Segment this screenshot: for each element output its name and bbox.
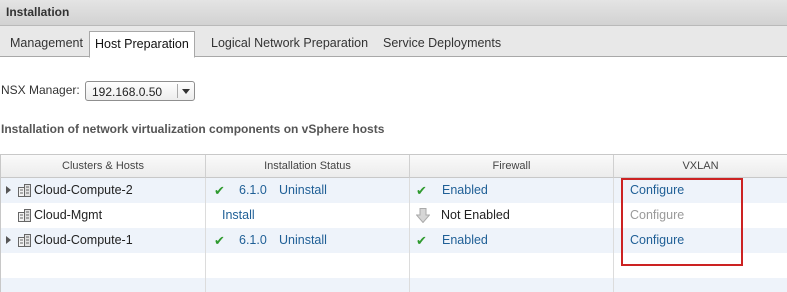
column-header-vxlan[interactable]: VXLAN xyxy=(614,155,787,178)
nsx-manager-value: 192.168.0.50 xyxy=(92,85,163,99)
check-icon: ✔ xyxy=(416,183,427,198)
check-icon: ✔ xyxy=(214,233,225,248)
empty-row xyxy=(1,253,787,278)
expand-arrow-icon[interactable] xyxy=(6,236,11,244)
installed-version: 6.1.0 xyxy=(239,183,267,197)
check-icon: ✔ xyxy=(214,183,225,198)
column-header-installation-status[interactable]: Installation Status xyxy=(206,155,410,178)
table-row[interactable]: Cloud-Mgmt Install Not Enabled Configure xyxy=(1,203,787,228)
uninstall-link[interactable]: Uninstall xyxy=(279,178,327,203)
nsx-manager-label: NSX Manager: xyxy=(1,83,80,97)
tab-logical-network-preparation[interactable]: Logical Network Preparation xyxy=(209,31,370,57)
dropdown-arrow-icon[interactable] xyxy=(182,89,190,94)
column-header-firewall[interactable]: Firewall xyxy=(410,155,614,178)
cluster-icon xyxy=(18,209,31,222)
nsx-manager-select[interactable]: 192.168.0.50 xyxy=(85,81,195,101)
table-row[interactable]: Cloud-Compute-2 ✔ 6.1.0 Uninstall ✔ Enab… xyxy=(1,178,787,203)
table-row[interactable]: Cloud-Compute-1 ✔ 6.1.0 Uninstall ✔ Enab… xyxy=(1,228,787,253)
tab-management[interactable]: Management xyxy=(8,31,85,57)
check-icon: ✔ xyxy=(416,233,427,248)
section-title: Installation of network virtualization c… xyxy=(1,122,385,136)
cluster-icon xyxy=(18,184,31,197)
host-preparation-table: Clusters & Hosts Installation Status Fir… xyxy=(0,154,787,292)
tab-host-preparation[interactable]: Host Preparation xyxy=(89,31,195,58)
cluster-name[interactable]: Cloud-Mgmt xyxy=(34,203,102,228)
firewall-status[interactable]: Enabled xyxy=(442,228,488,253)
installed-version: 6.1.0 xyxy=(239,233,267,247)
firewall-status: Not Enabled xyxy=(441,208,510,222)
cluster-name[interactable]: Cloud-Compute-1 xyxy=(34,228,133,253)
configure-vxlan-link[interactable]: Configure xyxy=(630,228,684,253)
cluster-icon xyxy=(18,234,31,247)
firewall-status[interactable]: Enabled xyxy=(442,178,488,203)
empty-row xyxy=(1,278,787,292)
window-title: Installation xyxy=(6,5,70,19)
tab-service-deployments[interactable]: Service Deployments xyxy=(381,31,503,57)
not-enabled-arrow-icon xyxy=(416,208,430,223)
column-divider xyxy=(205,178,206,292)
column-divider xyxy=(409,178,410,292)
tab-strip: Management Host Preparation Logical Netw… xyxy=(0,26,787,58)
uninstall-link[interactable]: Uninstall xyxy=(279,228,327,253)
select-divider xyxy=(177,84,178,98)
install-link[interactable]: Install xyxy=(222,203,255,228)
cluster-name[interactable]: Cloud-Compute-2 xyxy=(34,178,133,203)
configure-vxlan-link: Configure xyxy=(630,208,685,222)
window-titlebar: Installation xyxy=(0,0,787,26)
expand-arrow-icon[interactable] xyxy=(6,186,11,194)
configure-vxlan-link[interactable]: Configure xyxy=(630,178,684,203)
column-header-clusters-hosts[interactable]: Clusters & Hosts xyxy=(1,155,206,178)
column-divider xyxy=(613,178,614,292)
